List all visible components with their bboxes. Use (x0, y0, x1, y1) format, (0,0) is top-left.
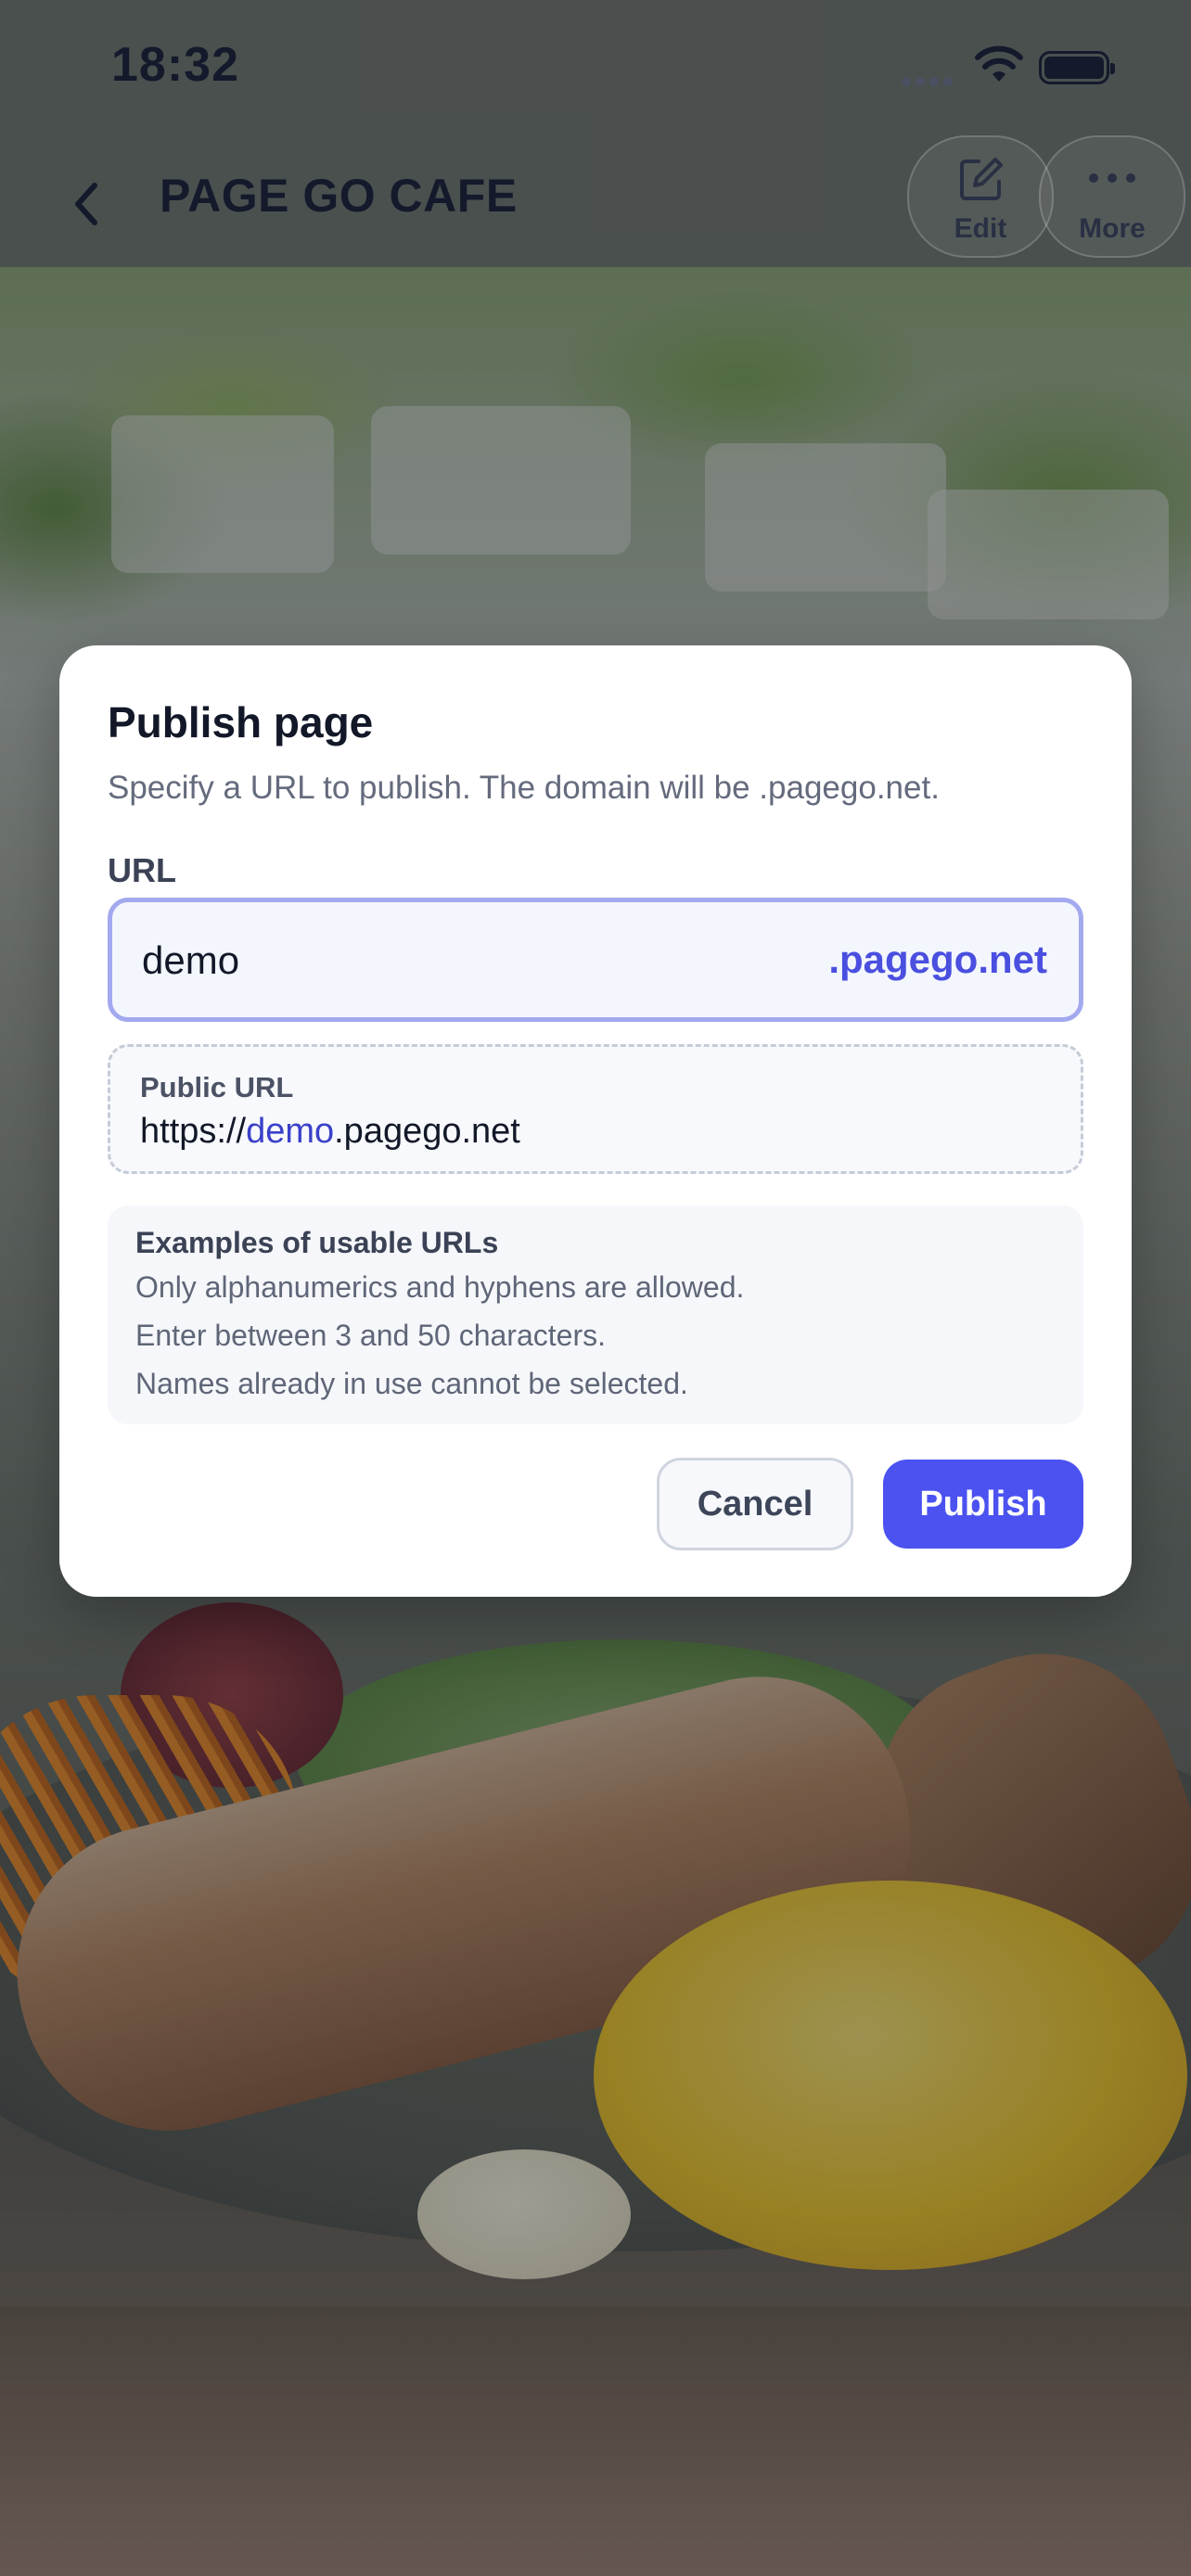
more-button[interactable]: More (1039, 135, 1185, 258)
public-url-preview: Public URL https://demo.pagego.net (108, 1044, 1083, 1174)
dialog-title: Publish page (108, 698, 374, 746)
public-url-value: https://demo.pagego.net (140, 1112, 520, 1152)
status-time: 18:32 (111, 38, 239, 92)
examples-title: Examples of usable URLs (135, 1226, 499, 1259)
url-input[interactable] (140, 902, 700, 1019)
edit-icon (909, 154, 1052, 210)
publish-button[interactable]: Publish (883, 1460, 1083, 1549)
url-domain-suffix: .pagego.net (828, 937, 1047, 981)
battery-icon (1039, 51, 1115, 84)
more-label: More (1079, 213, 1146, 244)
url-examples-box: Examples of usable URLs Only alphanumeri… (108, 1205, 1083, 1424)
public-url-prefix: https:// (140, 1112, 247, 1151)
public-url-label: Public URL (140, 1071, 294, 1103)
back-chevron-icon[interactable] (67, 176, 113, 232)
publish-dialog: Publish page Specify a URL to publish. T… (59, 645, 1132, 1597)
example-rule: Only alphanumerics and hyphens are allow… (135, 1270, 745, 1304)
public-url-suffix: .pagego.net (334, 1112, 520, 1151)
edit-button[interactable]: Edit (907, 135, 1054, 258)
wifi-icon (974, 45, 1024, 90)
example-rule: Enter between 3 and 50 characters. (135, 1319, 606, 1352)
signal-icon (902, 74, 957, 86)
example-rule: Names already in use cannot be selected. (135, 1367, 688, 1400)
dialog-description: Specify a URL to publish. The domain wil… (108, 770, 940, 806)
url-input-container[interactable]: .pagego.net (108, 898, 1083, 1022)
url-field-label: URL (108, 851, 176, 889)
edit-label: Edit (954, 213, 1007, 244)
page-title: PAGE GO CAFE (160, 170, 518, 222)
cancel-button[interactable]: Cancel (657, 1458, 853, 1550)
public-url-subdomain: demo (246, 1112, 335, 1151)
more-icon (1041, 154, 1184, 210)
status-bar: 18:32 (0, 0, 1191, 139)
